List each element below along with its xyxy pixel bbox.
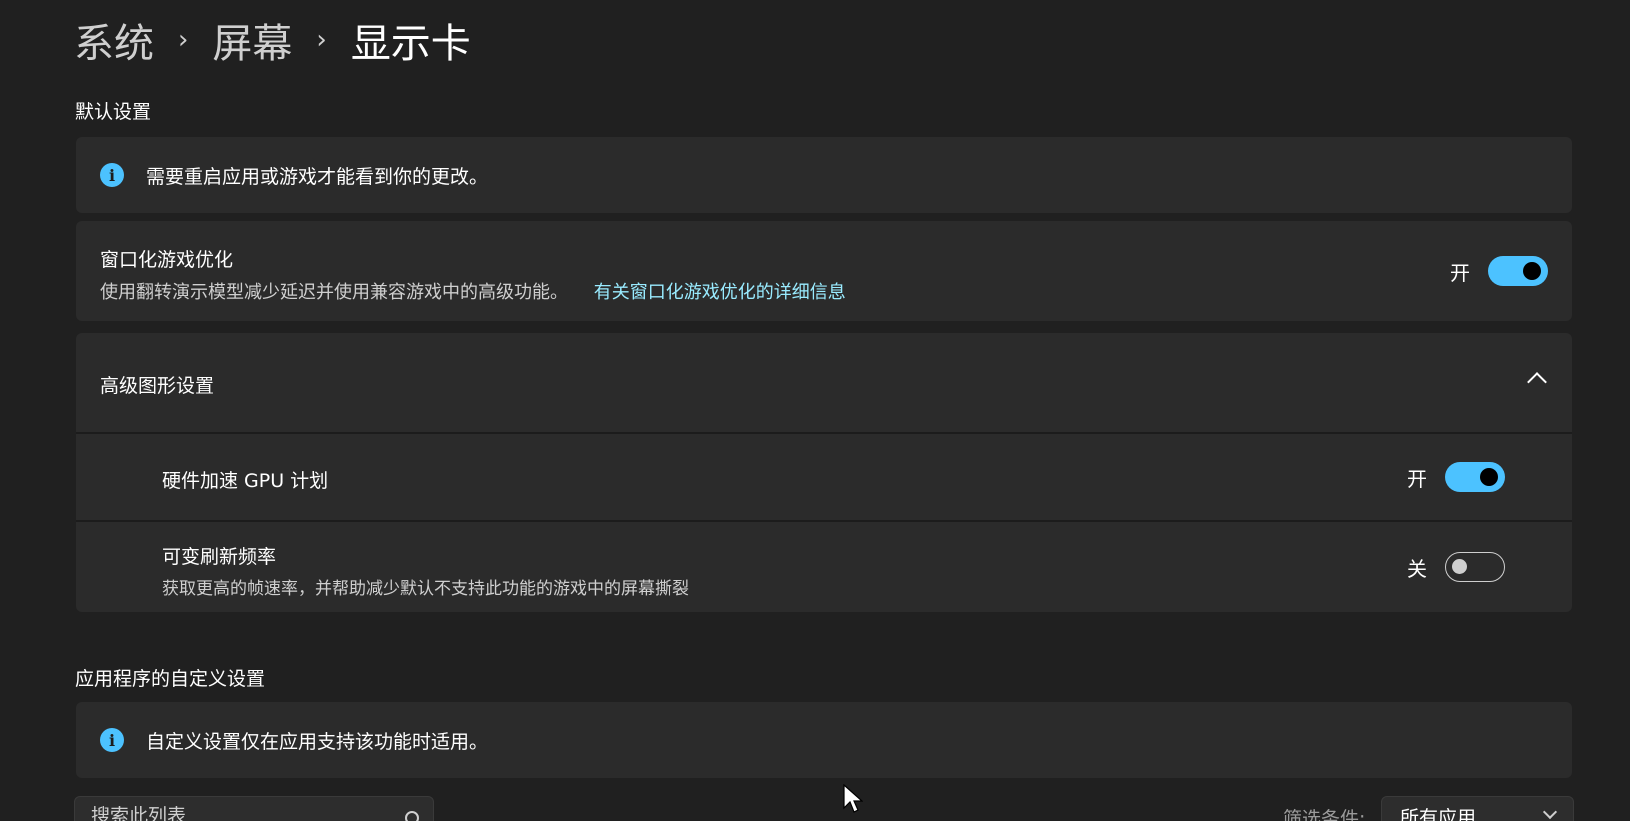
- search-input[interactable]: [91, 805, 391, 821]
- gpu-scheduling-toggle-group: 开: [1407, 462, 1505, 492]
- filter-dropdown[interactable]: 所有应用: [1381, 796, 1574, 821]
- search-list-box[interactable]: [74, 796, 434, 821]
- breadcrumb-separator-icon: ›: [178, 25, 189, 55]
- windowed-optimization-desc: 使用翻转演示模型减少延迟并使用兼容游戏中的高级功能。: [100, 282, 568, 303]
- mouse-cursor-icon: [843, 784, 863, 813]
- breadcrumb-system[interactable]: 系统: [74, 11, 154, 69]
- variable-refresh-row: 可变刷新频率 获取更高的帧速率，并帮助减少默认不支持此功能的游戏中的屏幕撕裂 关: [76, 522, 1572, 612]
- custom-settings-info-bar: i 自定义设置仅在应用支持该功能时适用。: [76, 702, 1572, 778]
- info-icon: i: [100, 163, 124, 187]
- app-settings-heading: 应用程序的自定义设置: [75, 668, 266, 690]
- advanced-graphics-header[interactable]: 高级图形设置: [76, 333, 1572, 433]
- gpu-scheduling-title: 硬件加速 GPU 计划: [162, 470, 329, 492]
- breadcrumb-display[interactable]: 屏幕: [212, 11, 292, 69]
- gpu-scheduling-row: 硬件加速 GPU 计划 开: [76, 434, 1572, 520]
- chevron-up-icon: [1527, 372, 1547, 392]
- variable-refresh-desc: 获取更高的帧速率，并帮助减少默认不支持此功能的游戏中的屏幕撕裂: [162, 579, 689, 599]
- page-title: 显示卡: [350, 21, 471, 67]
- custom-settings-info-text: 自定义设置仅在应用支持该功能时适用。: [146, 730, 489, 753]
- default-settings-heading: 默认设置: [75, 101, 152, 123]
- windowed-optimization-link[interactable]: 有关窗口化游戏优化的详细信息: [594, 282, 846, 303]
- breadcrumb-separator-icon: ›: [316, 25, 327, 55]
- search-icon[interactable]: [405, 811, 419, 821]
- variable-refresh-title: 可变刷新频率: [162, 546, 277, 568]
- variable-refresh-toggle[interactable]: [1445, 552, 1505, 582]
- restart-info-text: 需要重启应用或游戏才能看到你的更改。: [146, 165, 489, 188]
- windowed-optimization-toggle-group: 开: [1450, 256, 1548, 286]
- gpu-scheduling-toggle[interactable]: [1445, 462, 1505, 492]
- info-icon: i: [100, 728, 124, 752]
- variable-refresh-state: 关: [1407, 556, 1427, 581]
- chevron-down-icon: [1542, 804, 1558, 820]
- windowed-optimization-title: 窗口化游戏优化: [100, 249, 234, 271]
- advanced-graphics-title: 高级图形设置: [100, 375, 215, 397]
- breadcrumb: 系统 › 屏幕 › 显示卡: [74, 12, 471, 68]
- windowed-optimization-toggle[interactable]: [1488, 256, 1548, 286]
- graphics-settings-page: 系统 › 屏幕 › 显示卡 默认设置 i 需要重启应用或游戏才能看到你的更改。 …: [0, 0, 1630, 821]
- gpu-scheduling-state: 开: [1407, 466, 1427, 491]
- filter-value: 所有应用: [1400, 806, 1477, 821]
- variable-refresh-toggle-group: 关: [1407, 552, 1505, 582]
- windowed-optimization-desc-line: 使用翻转演示模型减少延迟并使用兼容游戏中的高级功能。 有关窗口化游戏优化的详细信…: [100, 278, 846, 304]
- filter-label: 筛选条件:: [1283, 808, 1366, 821]
- windowed-optimization-row: 窗口化游戏优化 使用翻转演示模型减少延迟并使用兼容游戏中的高级功能。 有关窗口化…: [76, 221, 1572, 321]
- windowed-optimization-state: 开: [1450, 260, 1470, 285]
- restart-info-bar: i 需要重启应用或游戏才能看到你的更改。: [76, 137, 1572, 213]
